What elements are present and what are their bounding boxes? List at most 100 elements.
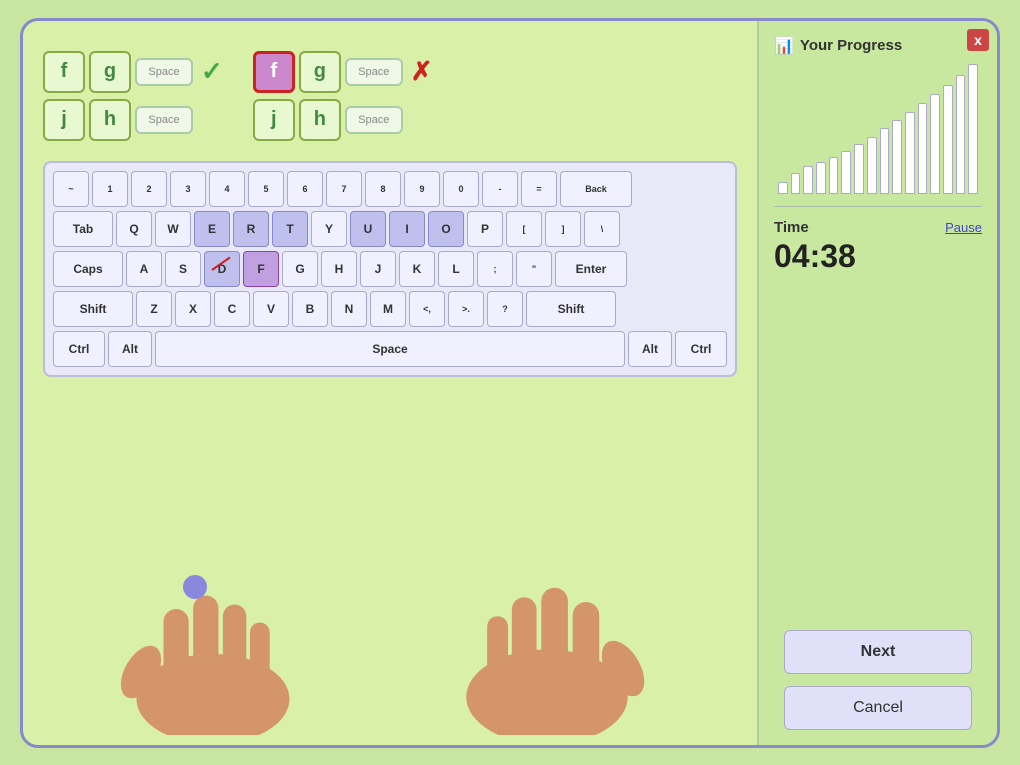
kb-row-qwerty: Tab Q W E R T Y U I O P [ ] \ — [53, 211, 727, 247]
key-space-right1: Space — [345, 58, 403, 86]
key-combos-area: f g Space ✓ j h Space f g Space ✗ — [43, 51, 433, 141]
key-x[interactable]: X — [175, 291, 211, 327]
bar — [778, 182, 788, 193]
key-h[interactable]: H — [321, 251, 357, 287]
right-hand-svg — [437, 545, 657, 735]
key-n[interactable]: N — [331, 291, 367, 327]
hands-area — [43, 387, 737, 735]
key-ctrl-right[interactable]: Ctrl — [675, 331, 727, 367]
key-p[interactable]: P — [467, 211, 503, 247]
key-0[interactable]: 0 — [443, 171, 479, 207]
bar — [816, 162, 826, 194]
key-b[interactable]: B — [292, 291, 328, 327]
key-e[interactable]: E — [194, 211, 230, 247]
key-g-left: g — [89, 51, 131, 93]
key-ctrl-left[interactable]: Ctrl — [53, 331, 105, 367]
key-1[interactable]: 1 — [92, 171, 128, 207]
key-minus[interactable]: - — [482, 171, 518, 207]
key-v[interactable]: V — [253, 291, 289, 327]
hand-left — [103, 555, 323, 735]
key-rbracket[interactable]: ] — [545, 211, 581, 247]
kb-row-zxcv: Shift Z X C V B N M <, >. ? Shift — [53, 291, 727, 327]
pause-link[interactable]: Pause — [945, 220, 982, 235]
kb-row-asdf: Caps A S D F G H J K L ; " Enter — [53, 251, 727, 287]
bar — [930, 94, 940, 193]
key-2[interactable]: 2 — [131, 171, 167, 207]
bar-chart-icon: 📊 — [774, 36, 794, 56]
kb-row-bottom: Ctrl Alt Space Alt Ctrl — [53, 331, 727, 367]
key-equals[interactable]: = — [521, 171, 557, 207]
bar — [943, 85, 953, 194]
left-panel: f g Space ✓ j h Space f g Space ✗ — [23, 21, 757, 745]
key-3[interactable]: 3 — [170, 171, 206, 207]
key-alt-right[interactable]: Alt — [628, 331, 672, 367]
key-t[interactable]: T — [272, 211, 308, 247]
key-tilde[interactable]: ~ — [53, 171, 89, 207]
key-u[interactable]: U — [350, 211, 386, 247]
right-panel: 📊 Your Progress Time Pause 04:38 Next Ca… — [757, 21, 997, 745]
key-backslash[interactable]: \ — [584, 211, 620, 247]
key-j[interactable]: J — [360, 251, 396, 287]
key-space-left2: Space — [135, 106, 193, 134]
key-5[interactable]: 5 — [248, 171, 284, 207]
key-backspace[interactable]: Back — [560, 171, 632, 207]
key-shift-left[interactable]: Shift — [53, 291, 133, 327]
keyboard-area: ~ 1 2 3 4 5 6 7 8 9 0 - = Back Ta — [43, 161, 737, 377]
combo-right-row1: f g Space ✗ — [253, 51, 433, 93]
key-period[interactable]: >. — [448, 291, 484, 327]
key-semicolon[interactable]: ; — [477, 251, 513, 287]
key-a[interactable]: A — [126, 251, 162, 287]
key-z[interactable]: Z — [136, 291, 172, 327]
bar — [829, 157, 839, 193]
key-4[interactable]: 4 — [209, 171, 245, 207]
bar — [841, 151, 851, 194]
finger-dot-left — [183, 575, 207, 599]
progress-bar-chart — [774, 64, 982, 194]
key-lbracket[interactable]: [ — [506, 211, 542, 247]
progress-section: 📊 Your Progress — [774, 36, 982, 194]
key-comma[interactable]: <, — [409, 291, 445, 327]
key-shift-right[interactable]: Shift — [526, 291, 616, 327]
bar — [918, 103, 928, 193]
bar — [791, 173, 801, 193]
key-caps[interactable]: Caps — [53, 251, 123, 287]
key-spacebar[interactable]: Space — [155, 331, 625, 367]
cancel-button[interactable]: Cancel — [784, 686, 971, 730]
key-h-left: h — [89, 99, 131, 141]
key-7[interactable]: 7 — [326, 171, 362, 207]
key-tab[interactable]: Tab — [53, 211, 113, 247]
next-button[interactable]: Next — [784, 630, 971, 674]
key-f[interactable]: F — [243, 251, 279, 287]
key-quote[interactable]: " — [516, 251, 552, 287]
key-l[interactable]: L — [438, 251, 474, 287]
key-i[interactable]: I — [389, 211, 425, 247]
key-m[interactable]: M — [370, 291, 406, 327]
key-y[interactable]: Y — [311, 211, 347, 247]
key-c[interactable]: C — [214, 291, 250, 327]
time-section: Time Pause 04:38 — [774, 219, 982, 275]
bar — [803, 166, 813, 193]
bar — [905, 112, 915, 193]
key-o[interactable]: O — [428, 211, 464, 247]
key-g[interactable]: G — [282, 251, 318, 287]
kb-row-numbers: ~ 1 2 3 4 5 6 7 8 9 0 - = Back — [53, 171, 727, 207]
key-slash[interactable]: ? — [487, 291, 523, 327]
combo-group-right: f g Space ✗ j h Space — [253, 51, 433, 141]
key-k[interactable]: K — [399, 251, 435, 287]
key-space-right2: Space — [345, 106, 403, 134]
key-w[interactable]: W — [155, 211, 191, 247]
key-6[interactable]: 6 — [287, 171, 323, 207]
close-button[interactable]: x — [967, 29, 989, 51]
progress-title: 📊 Your Progress — [774, 36, 982, 56]
key-9[interactable]: 9 — [404, 171, 440, 207]
key-enter[interactable]: Enter — [555, 251, 627, 287]
key-r[interactable]: R — [233, 211, 269, 247]
key-8[interactable]: 8 — [365, 171, 401, 207]
key-h-right: h — [299, 99, 341, 141]
key-d[interactable]: D — [204, 251, 240, 287]
key-q[interactable]: Q — [116, 211, 152, 247]
key-s[interactable]: S — [165, 251, 201, 287]
key-alt-left[interactable]: Alt — [108, 331, 152, 367]
key-f-right: f — [253, 51, 295, 93]
main-container: x f g Space ✓ j h Space — [20, 18, 1000, 748]
